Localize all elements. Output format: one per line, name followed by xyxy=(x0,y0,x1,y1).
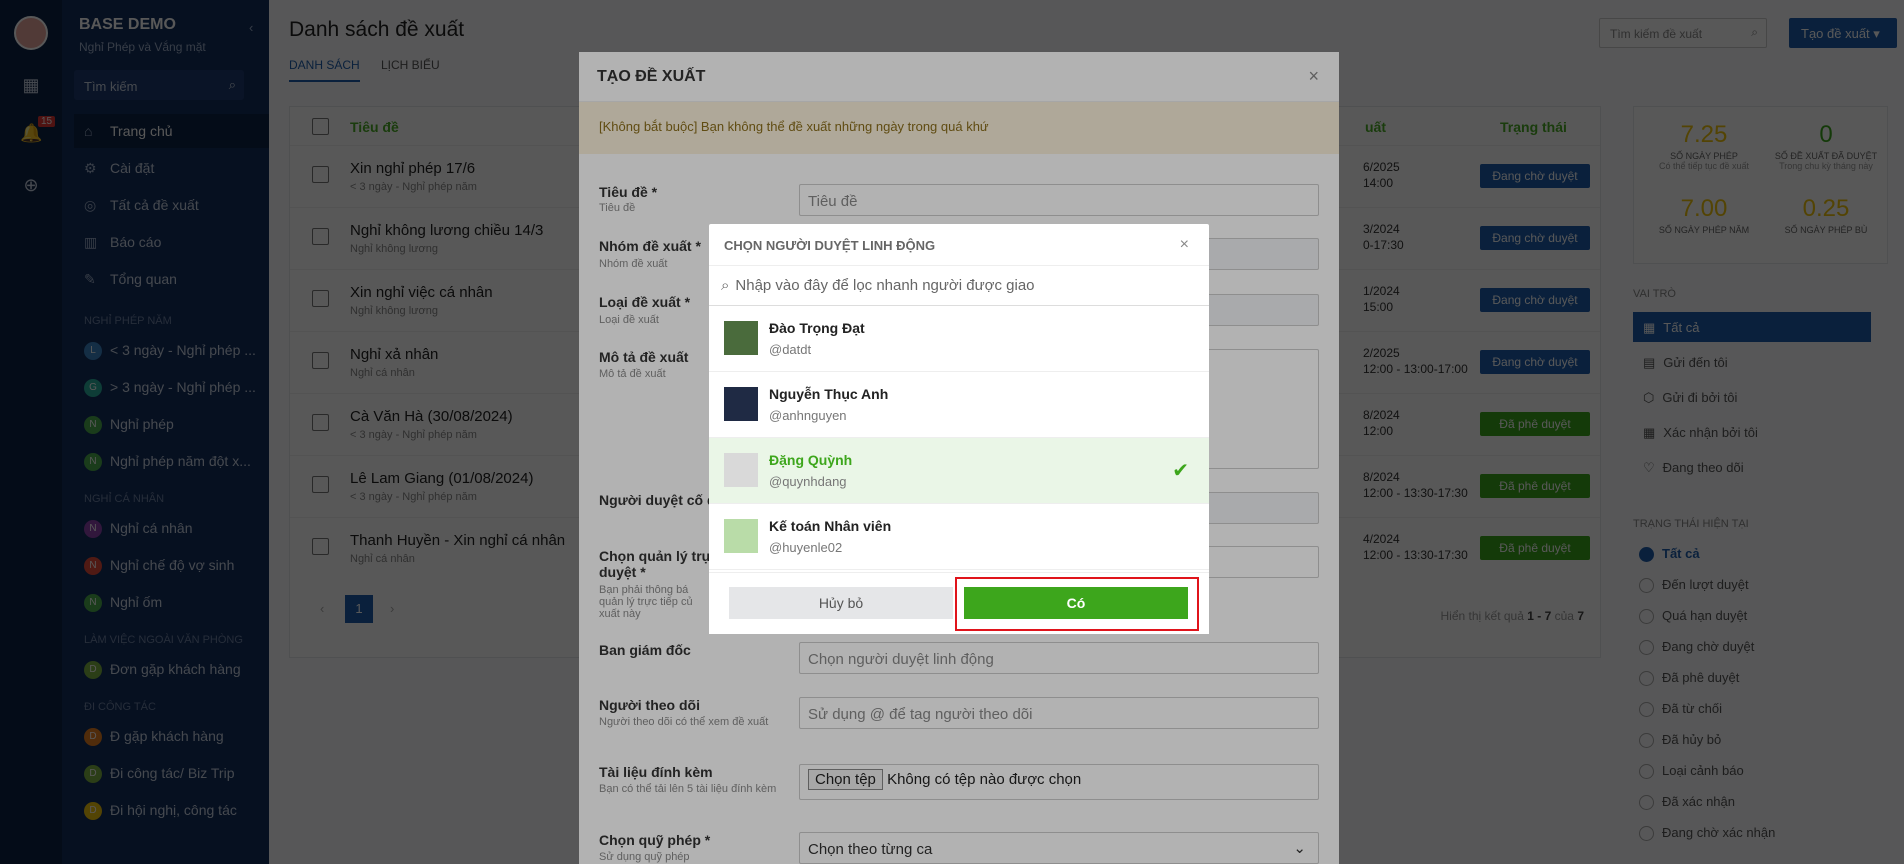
approver-picker-dialog: CHỌN NGƯỜI DUYỆT LINH ĐỘNG × ⌕ Nhập vào đ… xyxy=(709,224,1209,634)
approver-option[interactable]: Kế toán Nhân viên @huyenle02 xyxy=(709,504,1209,570)
approver-option[interactable]: Nguyễn Thục Anh @anhnguyen xyxy=(709,372,1209,438)
approver-name: Đào Trọng Đạt xyxy=(769,320,865,336)
approver-username: @datdt xyxy=(769,342,812,357)
approver-name: Đặng Quỳnh xyxy=(769,452,853,468)
avatar xyxy=(724,387,758,421)
close-icon[interactable]: × xyxy=(1180,236,1189,254)
highlight-box xyxy=(955,577,1199,631)
approver-username: @anhnguyen xyxy=(769,408,847,423)
search-icon: ⌕ xyxy=(721,277,730,294)
approver-username: @huyenle02 xyxy=(769,540,843,555)
approver-username: @quynhdang xyxy=(769,474,847,489)
approver-name: Nguyễn Thục Anh xyxy=(769,386,889,402)
approver-option[interactable]: Đào Trọng Đạt @datdt xyxy=(709,306,1209,372)
approver-name: Kế toán Nhân viên xyxy=(769,518,892,534)
check-icon: ✔ xyxy=(1172,460,1189,482)
avatar xyxy=(724,519,758,553)
avatar xyxy=(724,453,758,487)
approver-option[interactable]: Đặng Quỳnh @quynhdang ✔ xyxy=(709,438,1209,504)
approver-search-input[interactable]: ⌕ Nhập vào đây để lọc nhanh người được gi… xyxy=(709,266,1209,306)
dialog-title: CHỌN NGƯỜI DUYỆT LINH ĐỘNG xyxy=(709,224,1209,266)
cancel-button[interactable]: Hủy bỏ xyxy=(729,587,953,619)
avatar xyxy=(724,321,758,355)
